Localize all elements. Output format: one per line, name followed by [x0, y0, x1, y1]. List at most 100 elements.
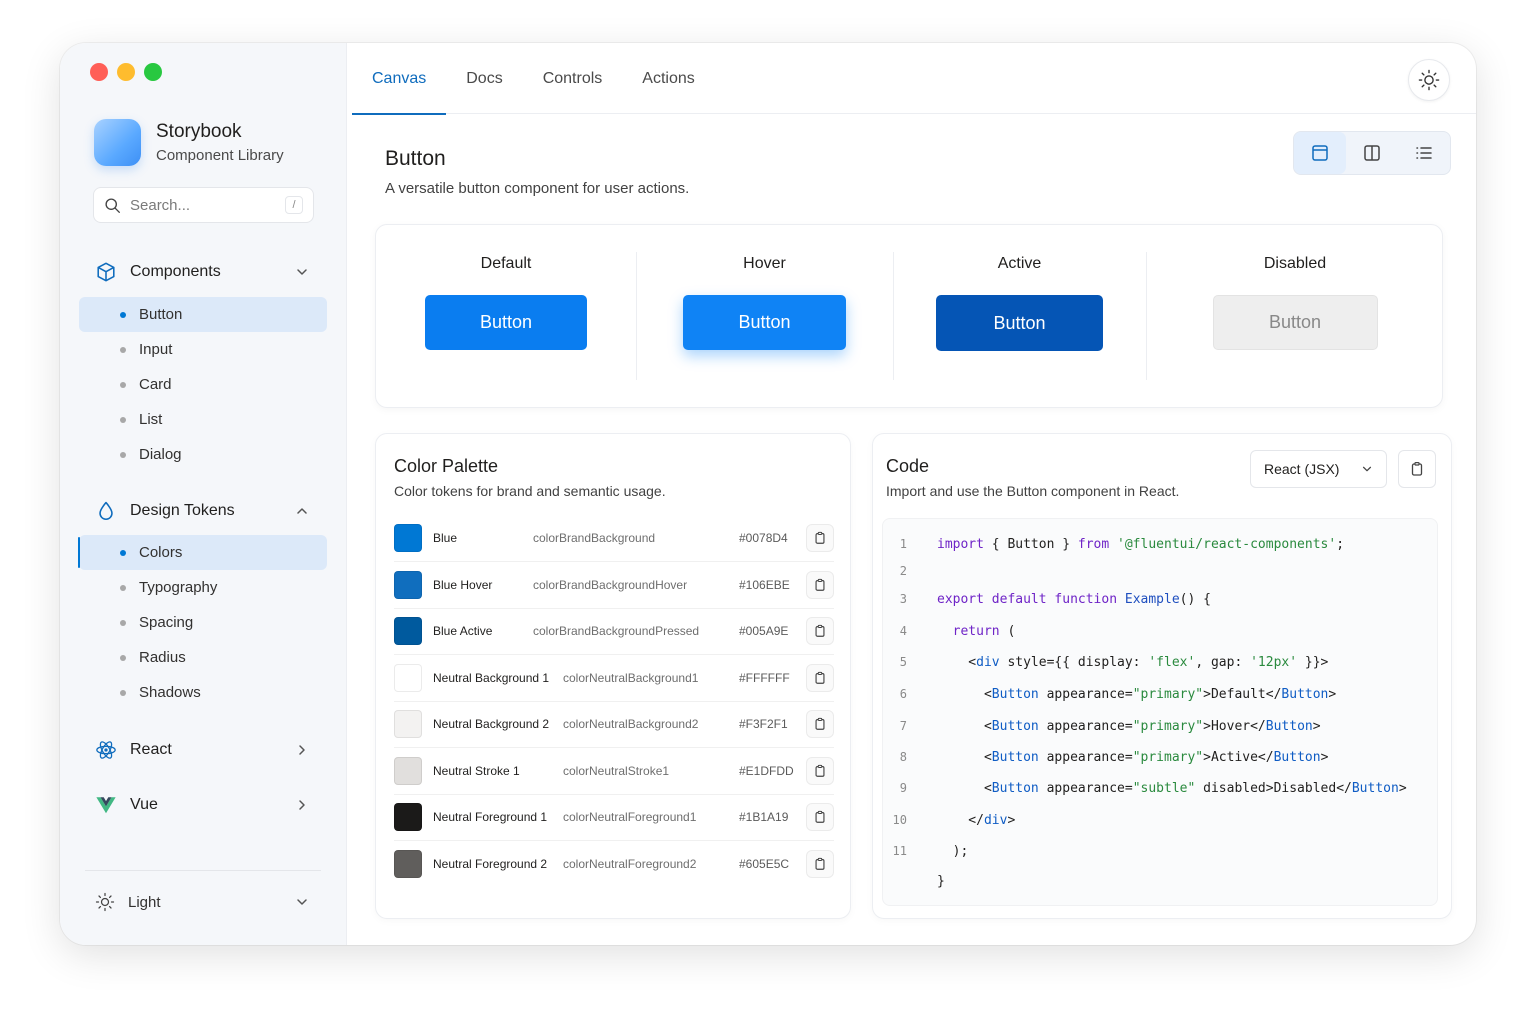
- copy-icon: [815, 857, 825, 870]
- code-text: <div style={{ display: 'flex', gap: '12p…: [937, 654, 1329, 670]
- brand-logo: [94, 119, 141, 166]
- color-hex: #0078D4: [739, 531, 788, 545]
- hover-button[interactable]: Button: [683, 295, 846, 350]
- cube-icon: [97, 262, 115, 282]
- line-number: 7: [899, 719, 907, 733]
- line-number: 8: [899, 750, 907, 764]
- nav-group-react: React: [60, 732, 347, 768]
- theme-toggle-button[interactable]: [1408, 59, 1450, 101]
- nav-group-header-design-tokens[interactable]: Design Tokens: [60, 493, 347, 529]
- bullet-icon: [120, 689, 126, 696]
- disabled-button: Button: [1212, 295, 1378, 350]
- code-line: 2: [883, 561, 937, 581]
- copy-token-button[interactable]: [806, 756, 834, 785]
- main-panel: Canvas Docs Controls Actions Button A ve…: [347, 43, 1476, 945]
- nav-group-header-vue[interactable]: Vue: [60, 787, 347, 823]
- bullet-icon: [120, 584, 126, 591]
- tab-docs[interactable]: Docs: [446, 43, 522, 114]
- color-name: Neutral Foreground 2: [433, 857, 548, 871]
- nav-group-header-react[interactable]: React: [60, 732, 347, 768]
- search-input[interactable]: Search... /: [93, 187, 314, 223]
- copy-token-button[interactable]: [806, 570, 834, 599]
- tab-actions[interactable]: Actions: [622, 43, 714, 114]
- code-line: 1 import { Button } from '@fluentui/react…: [883, 534, 1344, 554]
- code-line: 9 <Button appearance="subtle" disabled>D…: [883, 778, 1407, 798]
- color-token: colorNeutralForeground1: [563, 810, 697, 824]
- palette-description: Color tokens for brand and semantic usag…: [394, 483, 666, 499]
- color-token-row: Neutral Foreground 1 colorNeutralForegrou…: [394, 794, 834, 841]
- nav-group-header-components[interactable]: Components: [60, 254, 347, 290]
- code-title: Code: [886, 456, 930, 476]
- color-hex: #605E5C: [739, 857, 790, 871]
- sidebar-item-card[interactable]: Card: [60, 367, 347, 402]
- view-split-button[interactable]: [1346, 132, 1398, 174]
- color-swatch: [394, 663, 422, 692]
- language-select[interactable]: React (JSX): [1250, 450, 1387, 488]
- split-panel-icon: [1364, 145, 1380, 161]
- line-number: 2: [899, 564, 907, 578]
- color-swatch: [394, 756, 422, 785]
- nav-group-vue: Vue: [60, 787, 347, 823]
- code-block[interactable]: 1 import { Button } from '@fluentui/react…: [882, 518, 1438, 906]
- copy-token-button[interactable]: [806, 617, 834, 645]
- maximize-window-button[interactable]: [144, 63, 162, 81]
- sidebar-item-input[interactable]: Input: [60, 332, 347, 367]
- line-number: 9: [899, 781, 907, 795]
- active-button[interactable]: Button: [936, 295, 1103, 351]
- minimize-window-button[interactable]: [117, 63, 135, 81]
- tab-controls[interactable]: Controls: [523, 43, 623, 114]
- sidebar-item-colors[interactable]: Colors: [78, 535, 327, 570]
- sidebar-item-typography[interactable]: Typography: [60, 570, 347, 605]
- bullet-icon: [120, 346, 126, 353]
- color-name: Blue Active: [433, 624, 493, 638]
- copy-token-button[interactable]: [806, 803, 834, 831]
- nav-group-label: Vue: [130, 796, 158, 813]
- view-single-button[interactable]: [1294, 132, 1346, 174]
- color-token: colorNeutralForeground2: [563, 857, 697, 871]
- sidebar-item-radius[interactable]: Radius: [60, 640, 347, 675]
- button-states-preview: Default Button Hover Button Active Butto…: [375, 224, 1443, 408]
- sidebar-item-dialog[interactable]: Dialog: [60, 437, 347, 472]
- color-hex: #005A9E: [739, 624, 789, 638]
- bullet-icon: [120, 416, 126, 423]
- sidebar-item-list[interactable]: List: [60, 402, 347, 437]
- default-button[interactable]: Button: [425, 295, 587, 350]
- color-token-row: Neutral Background 2 colorNeutralBackgrou…: [394, 701, 834, 748]
- chevron-down-icon: [1362, 466, 1372, 472]
- copy-token-button[interactable]: [806, 524, 834, 552]
- page-title: Button: [385, 147, 446, 170]
- sun-icon: [1418, 69, 1440, 91]
- color-token: colorNeutralBackground1: [563, 670, 699, 685]
- sidebar-item-label: Spacing: [139, 614, 194, 631]
- color-token: colorNeutralBackground2: [563, 717, 699, 731]
- copy-icon: [815, 764, 825, 777]
- view-list-button[interactable]: [1398, 132, 1450, 174]
- color-token-row: Neutral Stroke 1 colorNeutralStroke1 #E1DF…: [394, 748, 834, 795]
- color-swatch: [394, 570, 422, 599]
- color-token-row: Blue Hover colorBrandBackgroundHover #106E…: [394, 562, 834, 609]
- color-token: colorNeutralStroke1: [563, 763, 670, 778]
- theme-selector[interactable]: Light: [85, 870, 321, 933]
- state-hover: Hover Button: [636, 225, 893, 407]
- code-description: Import and use the Button component in R…: [886, 483, 1180, 499]
- code-line: 10 </div>: [883, 810, 1016, 830]
- color-token-row: Blue colorBrandBackground #0078D4: [394, 515, 834, 562]
- tab-canvas[interactable]: Canvas: [352, 43, 447, 115]
- code-line: 5 <div style={{ display: 'flex', gap: '1…: [883, 652, 1329, 672]
- copy-token-button[interactable]: [806, 663, 834, 692]
- sidebar-item-spacing[interactable]: Spacing: [60, 605, 347, 640]
- nav-group-label: React: [130, 741, 172, 758]
- copy-token-button[interactable]: [806, 710, 834, 738]
- copy-code-button[interactable]: [1398, 450, 1436, 488]
- sidebar-item-button[interactable]: Button: [79, 297, 327, 332]
- sidebar-item-label: Colors: [139, 544, 183, 561]
- sidebar-item-label: Dialog: [139, 446, 182, 463]
- copy-token-button[interactable]: [806, 850, 834, 878]
- sidebar-item-label: Typography: [139, 579, 218, 596]
- nav-group-design-tokens: Design Tokens Colors Typography Spacing …: [60, 493, 347, 710]
- close-window-button[interactable]: [90, 63, 108, 81]
- code-line: 3 export default function Example() {: [883, 589, 1211, 609]
- bullet-icon: [120, 549, 126, 556]
- code-line: 11 );: [883, 841, 969, 861]
- sidebar-item-shadows[interactable]: Shadows: [60, 675, 347, 710]
